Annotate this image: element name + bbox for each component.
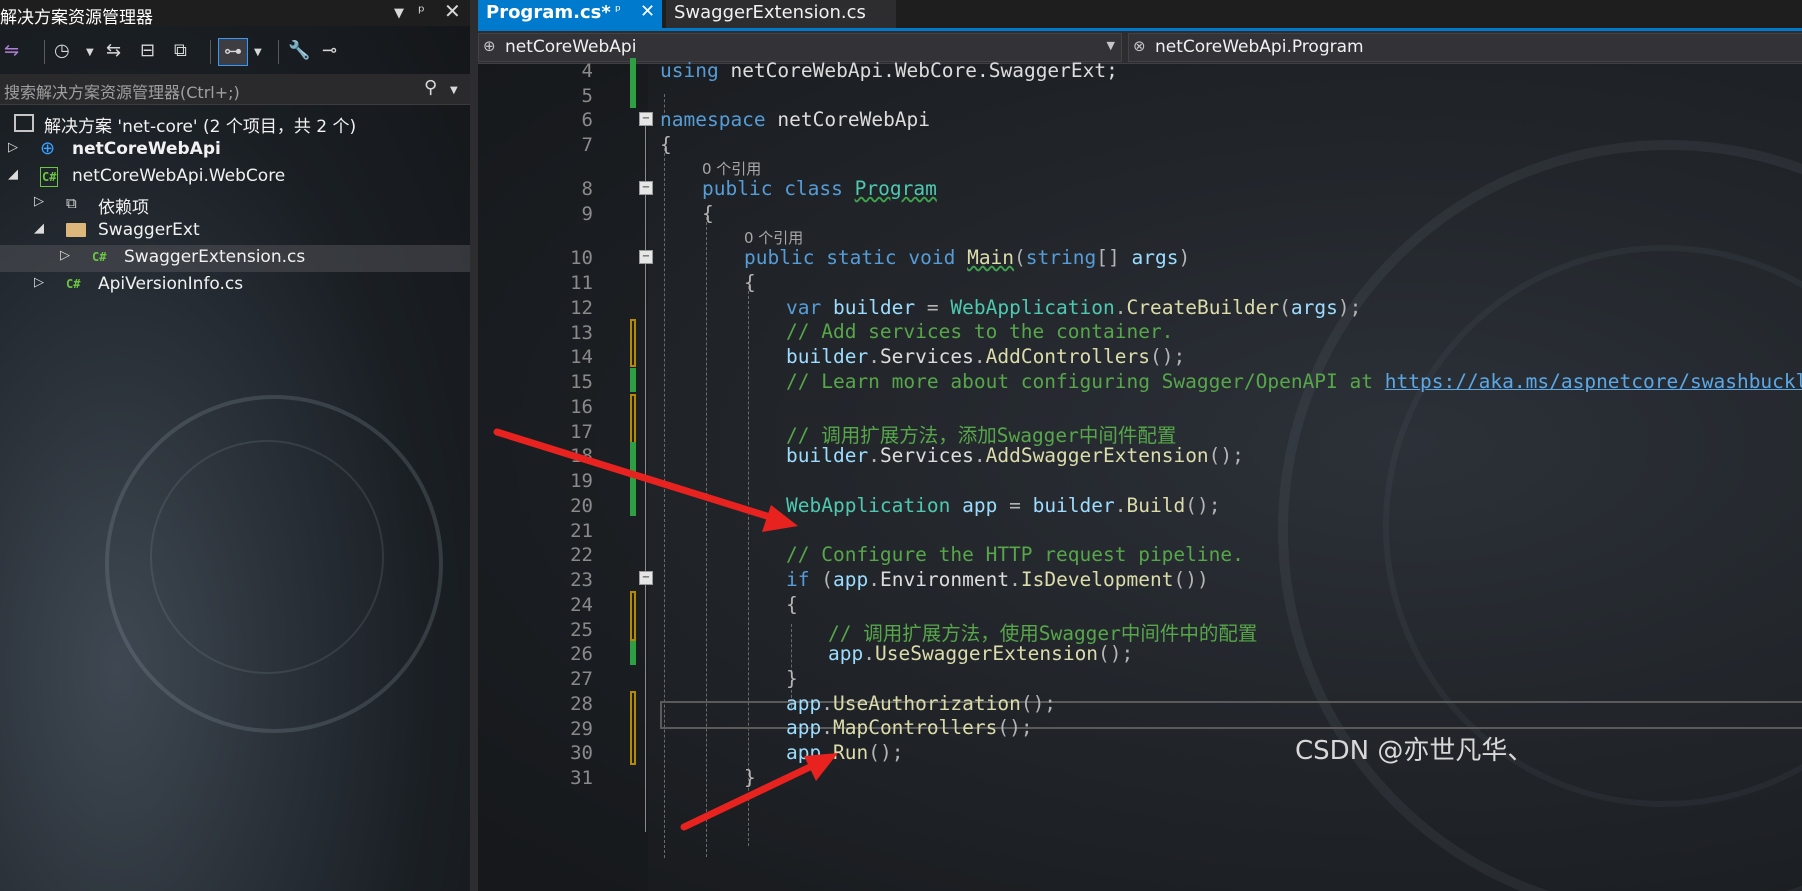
annotation-arrow-add-swagger xyxy=(493,428,798,532)
csdn-watermark: CSDN @亦世凡华、 xyxy=(1295,736,1534,766)
annotation-arrow-use-swagger xyxy=(680,753,838,831)
